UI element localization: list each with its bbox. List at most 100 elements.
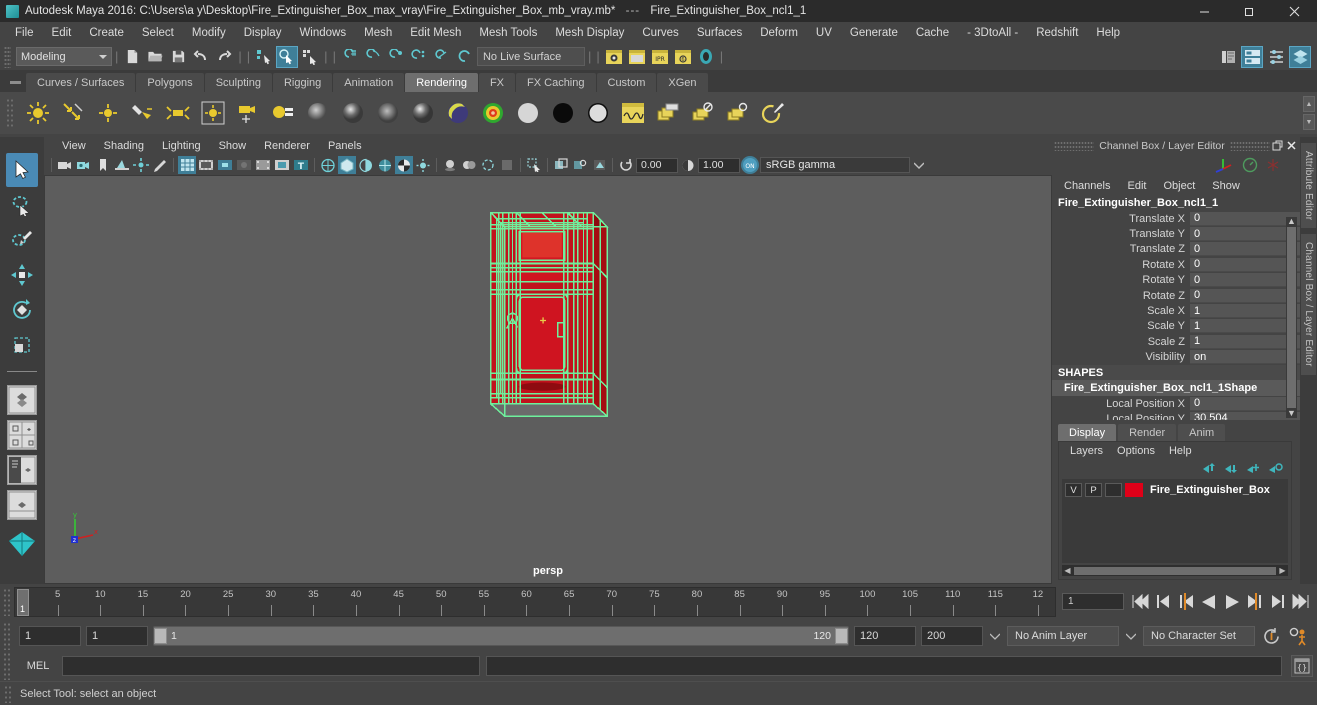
menu-generate[interactable]: Generate bbox=[841, 24, 907, 42]
manipulator-axis-icon[interactable] bbox=[1214, 156, 1234, 174]
ipr-render-icon[interactable] bbox=[626, 46, 648, 68]
hypershade-icon[interactable] bbox=[695, 46, 717, 68]
character-set-select[interactable]: No Character Set bbox=[1143, 626, 1255, 646]
layer-row[interactable]: V P Fire_Extinguisher_Box bbox=[1065, 482, 1285, 498]
select-by-hierarchy-icon[interactable] bbox=[253, 46, 275, 68]
lighting-icon[interactable] bbox=[414, 156, 432, 174]
show-attribute-editor-panel-icon[interactable] bbox=[1265, 46, 1287, 68]
light-linking-icon[interactable] bbox=[267, 97, 299, 129]
move-layer-down-icon[interactable] bbox=[1224, 462, 1239, 475]
step-back-keyframe-icon[interactable] bbox=[1153, 592, 1173, 612]
animation-end-field[interactable]: 200 bbox=[921, 626, 983, 646]
tab-display[interactable]: Display bbox=[1058, 424, 1117, 441]
new-layer-from-selected-icon[interactable] bbox=[1268, 462, 1283, 475]
channel-row-scale-x[interactable]: Scale X 1 bbox=[1052, 303, 1300, 319]
shelf-tab-animation[interactable]: Animation bbox=[333, 73, 405, 92]
menu-help[interactable]: Help bbox=[1087, 24, 1129, 42]
cb-menu-show[interactable]: Show bbox=[1204, 179, 1248, 193]
scroll-down-icon[interactable]: ▼ bbox=[1287, 409, 1296, 418]
wireframe-icon[interactable] bbox=[319, 156, 337, 174]
film-gate-icon[interactable] bbox=[197, 156, 215, 174]
menu-windows[interactable]: Windows bbox=[290, 24, 355, 42]
flat-shade-icon[interactable] bbox=[357, 156, 375, 174]
step-forward-keyframe-icon[interactable] bbox=[1268, 592, 1288, 612]
exposure-field[interactable]: 0.00 bbox=[636, 157, 678, 173]
lasso-select-tool[interactable] bbox=[6, 188, 38, 222]
scroll-left-icon[interactable]: ◀ bbox=[1062, 566, 1073, 575]
select-tool[interactable] bbox=[6, 153, 38, 187]
attr-value[interactable]: 0 bbox=[1190, 257, 1300, 272]
menu-create[interactable]: Create bbox=[80, 24, 133, 42]
range-bar-left-handle[interactable] bbox=[154, 628, 167, 644]
command-language-label[interactable]: MEL bbox=[20, 660, 56, 672]
side-tab-channel-box[interactable]: Channel Box / Layer Editor bbox=[1301, 234, 1316, 376]
show-channel-box-icon[interactable] bbox=[1289, 45, 1311, 68]
menu-mesh-display[interactable]: Mesh Display bbox=[546, 24, 633, 42]
smooth-shade-icon[interactable] bbox=[338, 156, 356, 174]
shelf-tab-fx[interactable]: FX bbox=[478, 73, 516, 92]
attr-value[interactable]: 0 bbox=[1190, 396, 1300, 411]
camera-icon[interactable] bbox=[232, 97, 264, 129]
isolate-select-icon[interactable] bbox=[525, 156, 543, 174]
shelf-tab-custom[interactable]: Custom bbox=[596, 73, 657, 92]
menu-surfaces[interactable]: Surfaces bbox=[688, 24, 751, 42]
menu-mesh-tools[interactable]: Mesh Tools bbox=[470, 24, 546, 42]
channel-box[interactable]: Fire_Extinguisher_Box_ncl1_1 Translate X… bbox=[1052, 195, 1300, 420]
render-globals-icon[interactable] bbox=[652, 97, 684, 129]
grid-icon[interactable] bbox=[178, 156, 196, 174]
channel-row-local-position-x[interactable]: Local Position X 0 bbox=[1052, 396, 1300, 411]
character-set-chevron-down-icon[interactable] bbox=[1124, 626, 1138, 646]
restore-button[interactable] bbox=[1227, 0, 1272, 22]
current-time-indicator[interactable]: 1 bbox=[17, 588, 29, 616]
show-attribute-editor-icon[interactable] bbox=[1217, 46, 1239, 68]
scroll-up-icon[interactable]: ▲ bbox=[1287, 217, 1296, 226]
attr-value[interactable]: 0 bbox=[1190, 288, 1300, 303]
script-editor-icon[interactable]: {} bbox=[1291, 655, 1313, 677]
minimize-button[interactable] bbox=[1182, 0, 1227, 22]
area-light-icon[interactable] bbox=[162, 97, 194, 129]
attr-value[interactable]: 30.504 bbox=[1190, 411, 1300, 420]
menu-mesh[interactable]: Mesh bbox=[355, 24, 401, 42]
channel-row-translate-z[interactable]: Translate Z 0 bbox=[1052, 242, 1300, 257]
live-surface-field[interactable]: No Live Surface bbox=[476, 47, 585, 66]
move-tool[interactable] bbox=[6, 258, 38, 292]
menu-edit-mesh[interactable]: Edit Mesh bbox=[401, 24, 470, 42]
layer-color-swatch[interactable] bbox=[1125, 483, 1143, 497]
panel-close-icon[interactable] bbox=[1284, 139, 1298, 153]
go-to-start-icon[interactable] bbox=[1130, 592, 1150, 612]
new-scene-icon[interactable] bbox=[121, 46, 143, 68]
layered-shader-icon[interactable] bbox=[477, 97, 509, 129]
viewport-menu-panels[interactable]: Panels bbox=[320, 139, 370, 153]
layer-visibility-toggle[interactable]: V bbox=[1065, 483, 1082, 497]
play-forwards-icon[interactable] bbox=[1222, 592, 1242, 612]
select-camera-icon[interactable] bbox=[56, 156, 74, 174]
layer-list[interactable]: V P Fire_Extinguisher_Box bbox=[1062, 479, 1288, 563]
anisotropic-material-icon[interactable] bbox=[442, 97, 474, 129]
color-management-chevron-down-icon[interactable] bbox=[911, 157, 927, 173]
render-current-frame-icon[interactable] bbox=[603, 46, 625, 68]
grease-pencil-icon[interactable] bbox=[151, 156, 169, 174]
channel-row-rotate-z[interactable]: Rotate Z 0 bbox=[1052, 288, 1300, 303]
channel-row-translate-x[interactable]: Translate X 0 bbox=[1052, 211, 1300, 226]
render-view-icon[interactable]: 6 bbox=[672, 46, 694, 68]
color-management-icon[interactable]: ON bbox=[741, 156, 759, 174]
shelf-tab-rendering[interactable]: Rendering bbox=[405, 73, 478, 92]
channel-box-scrollbar[interactable]: ▲ ▼ bbox=[1286, 217, 1297, 418]
scroll-right-icon[interactable]: ▶ bbox=[1277, 566, 1288, 575]
film-origin-icon[interactable] bbox=[254, 156, 272, 174]
perspective-viewport[interactable]: y x z persp bbox=[44, 175, 1052, 584]
viewport-menu-view[interactable]: View bbox=[54, 139, 94, 153]
hypershade-layout[interactable] bbox=[6, 527, 38, 561]
attr-value[interactable]: 1 bbox=[1190, 304, 1300, 319]
paint-select-tool[interactable] bbox=[6, 223, 38, 257]
render-settings-icon[interactable]: IPR bbox=[649, 46, 671, 68]
shelf-row-grip[interactable] bbox=[6, 98, 14, 128]
command-line-grip[interactable] bbox=[3, 652, 11, 680]
panel-drag-grip-left[interactable] bbox=[1054, 140, 1094, 151]
current-frame-field[interactable]: 1 bbox=[1062, 593, 1124, 610]
attr-value[interactable]: on bbox=[1190, 350, 1300, 365]
multisample-icon[interactable] bbox=[498, 156, 516, 174]
move-layer-up-icon[interactable] bbox=[1202, 462, 1217, 475]
panel-drag-grip-right[interactable] bbox=[1230, 140, 1270, 151]
viewport-menu-lighting[interactable]: Lighting bbox=[154, 139, 209, 153]
